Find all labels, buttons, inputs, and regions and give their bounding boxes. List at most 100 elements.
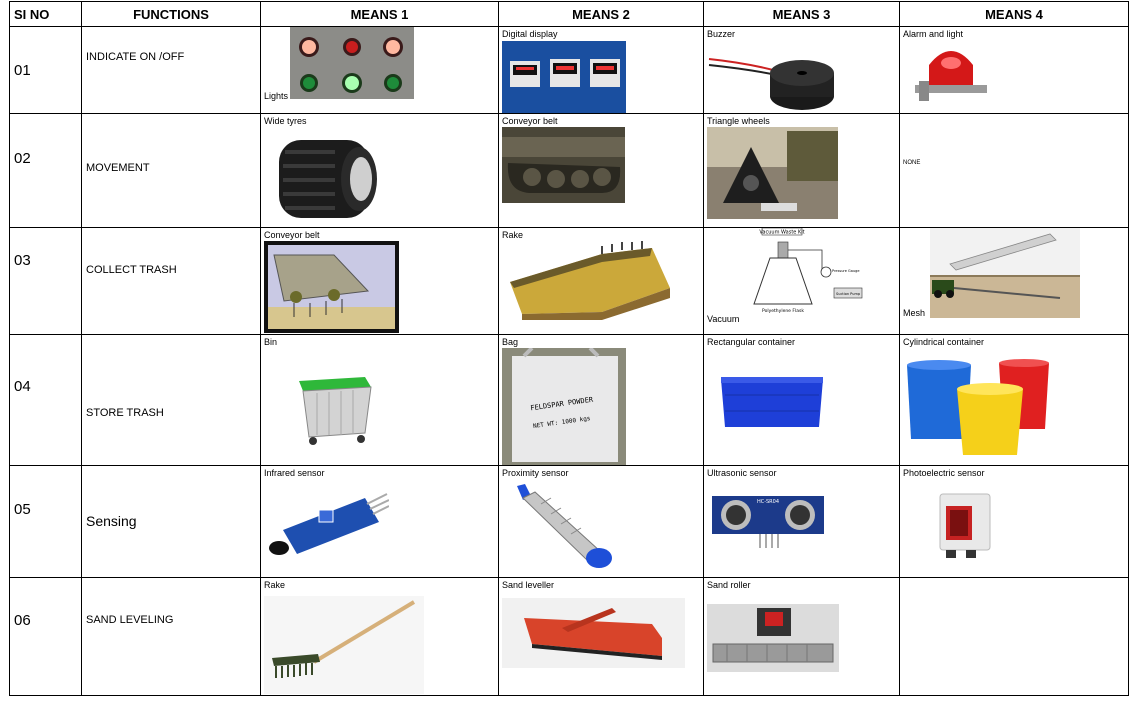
table-row: 06 SAND LEVELING Rake Sand leveller Sand… (9, 577, 1129, 696)
means-cell: Bag FELDSPAR POWDER NET WT: 1000 kgs (498, 334, 704, 466)
diagram-label-title: Vacuum Waste Kit (759, 230, 804, 236)
sand-leveller-image (502, 598, 685, 668)
means-label: Infrared sensor (264, 468, 325, 478)
means-label: Rectangular container (707, 337, 796, 347)
diagram-label-gauge: Pressure Gauge (832, 269, 860, 273)
bin-image (295, 367, 375, 447)
means-cell: Buzzer (703, 26, 900, 114)
row-number: 05 (9, 465, 82, 578)
means-cell (899, 577, 1129, 696)
row-number: 06 (9, 577, 82, 696)
means-cell: Proximity sensor (498, 465, 704, 578)
means-cell: Conveyor belt (260, 227, 499, 335)
means-cell: Photoelectric sensor (899, 465, 1129, 578)
function-name: COLLECT TRASH (81, 227, 261, 335)
table-row: 03 COLLECT TRASH Conveyor belt Rake Vacu… (9, 227, 1129, 335)
none-label: NONE (903, 160, 921, 166)
table-row: 04 STORE TRASH Bin Bag FELDSPAR POWDER N… (9, 334, 1129, 466)
means-label: Buzzer (707, 29, 736, 39)
lights-image (290, 27, 414, 99)
header-means-2: MEANS 2 (498, 1, 704, 27)
rake-collector-image (502, 240, 672, 320)
means-label: Lights (264, 91, 289, 101)
header-means-1: MEANS 1 (260, 1, 499, 27)
means-cell: Sand roller (703, 577, 900, 696)
means-cell: Mesh (899, 227, 1129, 335)
function-name: STORE TRASH (81, 334, 261, 466)
means-cell: Rectangular container (703, 334, 900, 466)
digital-display-image (502, 41, 626, 113)
means-cell: Bin (260, 334, 499, 466)
header-sino: SI NO (9, 1, 82, 27)
function-name: SAND LEVELING (81, 577, 261, 696)
means-label: Sand roller (707, 580, 751, 590)
infrared-sensor-image (269, 482, 389, 562)
diagram-label-pump: Suction Pump (836, 292, 861, 296)
hand-rake-image (264, 596, 424, 694)
triangle-wheels-image (707, 127, 838, 219)
means-cell: Rake (498, 227, 704, 335)
bag-image: FELDSPAR POWDER NET WT: 1000 kgs (502, 348, 626, 465)
table-row: 01 INDICATE ON /OFF Lights Digital displ… (9, 26, 1129, 114)
means-label: Alarm and light (903, 29, 964, 39)
means-cell: Triangle wheels (703, 113, 900, 228)
alarm-light-image (911, 41, 991, 105)
header-means-3: MEANS 3 (703, 1, 900, 27)
means-label: Ultrasonic sensor (707, 468, 777, 478)
table-row: 02 MOVEMENT Wide tyres Conveyor belt Tri… (9, 113, 1129, 228)
means-label: Photoelectric sensor (903, 468, 985, 478)
means-cell: Rake (260, 577, 499, 696)
row-number: 03 (9, 227, 82, 335)
means-cell: Alarm and light (899, 26, 1129, 114)
header-functions: FUNCTIONS (81, 1, 261, 27)
function-name: MOVEMENT (81, 113, 261, 228)
means-cell: Digital display (498, 26, 704, 114)
morphological-chart: SI NO FUNCTIONS MEANS 1 MEANS 2 MEANS 3 … (9, 1, 1129, 696)
row-number: 04 (9, 334, 82, 466)
rectangular-container-image (717, 373, 827, 431)
means-cell: NONE (899, 113, 1129, 228)
means-label: Vacuum (707, 314, 740, 324)
means-label: Proximity sensor (502, 468, 569, 478)
table-row: 05 Sensing Infrared sensor Proximity sen… (9, 465, 1129, 578)
proximity-sensor-image (507, 482, 617, 572)
means-cell: Vacuum Waste Kit Polyethylene Flask Pres… (703, 227, 900, 335)
means-cell: Cylindrical container (899, 334, 1129, 466)
cylindrical-container-image (905, 359, 1051, 459)
means-label: Cylindrical container (903, 337, 985, 347)
diagram-label-flask: Polyethylene Flask (762, 308, 804, 314)
means-cell: Sand leveller (498, 577, 704, 696)
means-label: Triangle wheels (707, 116, 770, 126)
means-label: Mesh (903, 308, 926, 318)
function-name: INDICATE ON /OFF (81, 26, 261, 114)
conveyor-belt-image (502, 127, 625, 203)
header-means-4: MEANS 4 (899, 1, 1129, 27)
header-row: SI NO FUNCTIONS MEANS 1 MEANS 2 MEANS 3 … (9, 1, 1129, 27)
means-label: Digital display (502, 29, 558, 39)
means-cell: Lights (260, 26, 499, 114)
row-number: 01 (9, 26, 82, 114)
vacuum-diagram-image: Vacuum Waste Kit Polyethylene Flask Pres… (742, 228, 872, 320)
row-number: 02 (9, 113, 82, 228)
means-cell: Ultrasonic sensor HC-SR04 (703, 465, 900, 578)
means-label: Conveyor belt (502, 116, 558, 126)
function-name: Sensing (81, 465, 261, 578)
means-label: Wide tyres (264, 116, 307, 126)
sand-roller-image (707, 604, 839, 672)
means-label: Sand leveller (502, 580, 555, 590)
means-label: Rake (502, 230, 524, 240)
means-label: Bag (502, 337, 519, 347)
buzzer-image (707, 41, 837, 113)
means-cell: Conveyor belt (498, 113, 704, 228)
wide-tyre-image (275, 134, 381, 222)
means-label: Conveyor belt (264, 230, 320, 240)
collector-belt-image (264, 241, 399, 333)
means-label: Rake (264, 580, 286, 590)
sensor-print: HC-SR04 (757, 499, 779, 505)
ultrasonic-sensor-image: HC-SR04 (710, 490, 826, 550)
mesh-image (930, 228, 1080, 318)
means-label: Bin (264, 337, 278, 347)
means-cell: Wide tyres (260, 113, 499, 228)
means-cell: Infrared sensor (260, 465, 499, 578)
photoelectric-sensor-image (938, 490, 992, 558)
